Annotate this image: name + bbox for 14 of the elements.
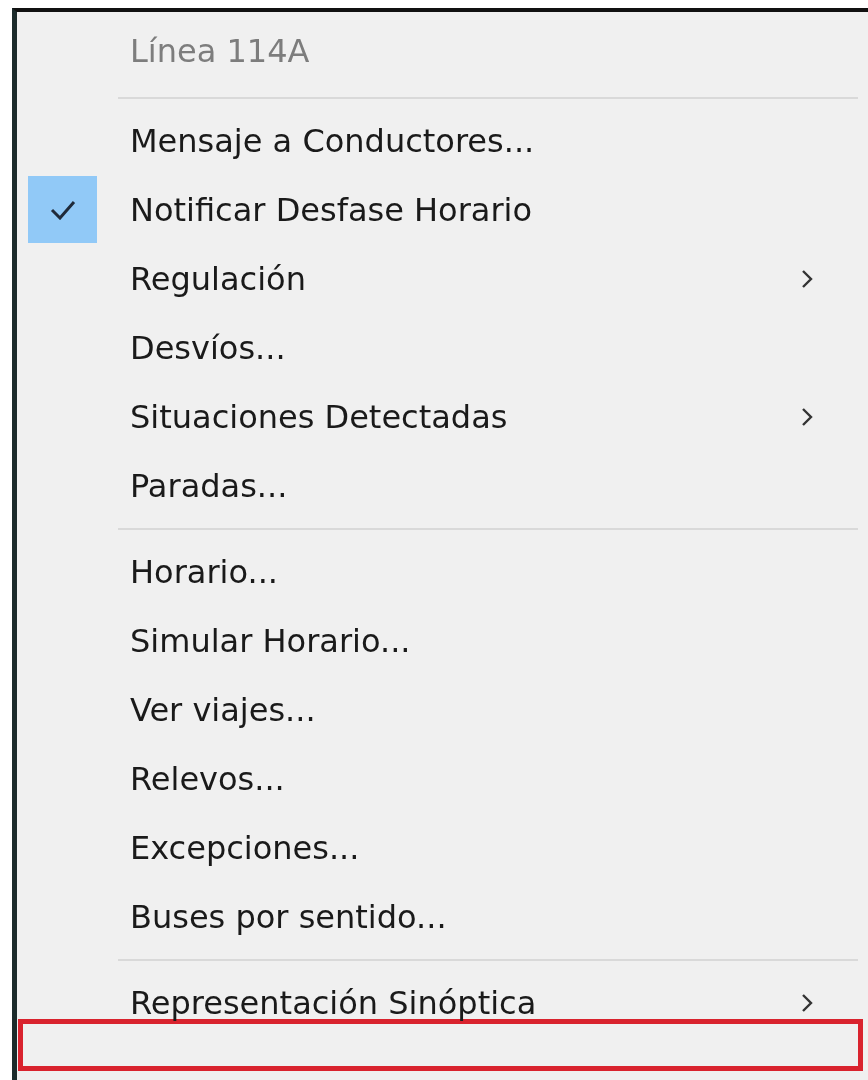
menu-item[interactable]: Relevos... xyxy=(17,744,868,813)
menu-item[interactable]: Horario... xyxy=(17,537,868,606)
menu-item[interactable]: Situaciones Detectadas xyxy=(17,382,868,451)
menu-item[interactable]: Desvíos... xyxy=(17,313,868,382)
menu-item[interactable]: Representación Sinóptica xyxy=(17,968,868,1037)
menu-item[interactable]: Excepciones... xyxy=(17,813,868,882)
menu-item[interactable]: Buses por sentido... xyxy=(17,882,868,951)
menu-header: Línea 114A xyxy=(130,31,310,70)
menu-item[interactable]: Regulación xyxy=(17,244,868,313)
menu-item[interactable]: Mensaje a Conductores... xyxy=(17,106,868,175)
menu-item[interactable]: Notificar Desfase Horario xyxy=(17,175,868,244)
menu-item[interactable]: Ver viajes... xyxy=(17,675,868,744)
menu-item[interactable]: Paradas... xyxy=(17,451,868,520)
menu-item[interactable]: Simular Horario... xyxy=(17,606,868,675)
